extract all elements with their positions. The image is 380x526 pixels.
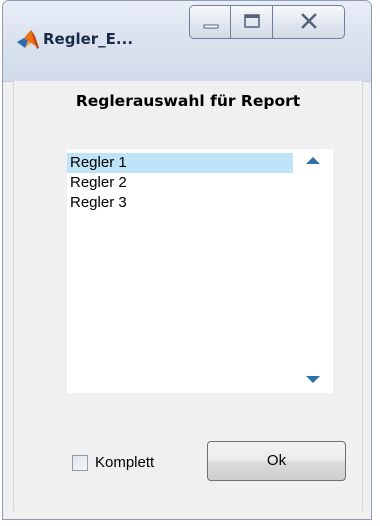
dialog-window: Regler_E... Reglerauswahl für Report Reg…	[2, 0, 372, 520]
komplett-label[interactable]: Komplett	[95, 454, 154, 471]
list-item[interactable]: Regler 1	[67, 153, 293, 173]
title-bar[interactable]: Regler_E...	[3, 1, 371, 82]
maximize-icon	[244, 14, 260, 28]
matlab-logo-icon	[17, 30, 39, 49]
regler-listbox[interactable]: Regler 1 Regler 2 Regler 3	[67, 149, 333, 393]
list-item[interactable]: Regler 3	[67, 193, 293, 213]
ok-button[interactable]: Ok	[207, 441, 346, 481]
caption-buttons	[189, 5, 345, 39]
minimize-icon	[203, 24, 219, 29]
window-title: Regler_E...	[43, 30, 134, 48]
komplett-checkbox[interactable]	[72, 455, 88, 471]
minimize-button[interactable]	[189, 5, 231, 39]
close-button[interactable]	[273, 5, 345, 39]
list-item[interactable]: Regler 2	[67, 173, 293, 193]
close-icon	[301, 13, 317, 29]
maximize-button[interactable]	[231, 5, 273, 39]
dialog-body: Reglerauswahl für Report Regler 1 Regler…	[13, 81, 363, 511]
triangle-down-icon[interactable]	[303, 371, 323, 387]
triangle-up-icon[interactable]	[303, 153, 323, 169]
dialog-heading: Reglerauswahl für Report	[75, 92, 301, 110]
